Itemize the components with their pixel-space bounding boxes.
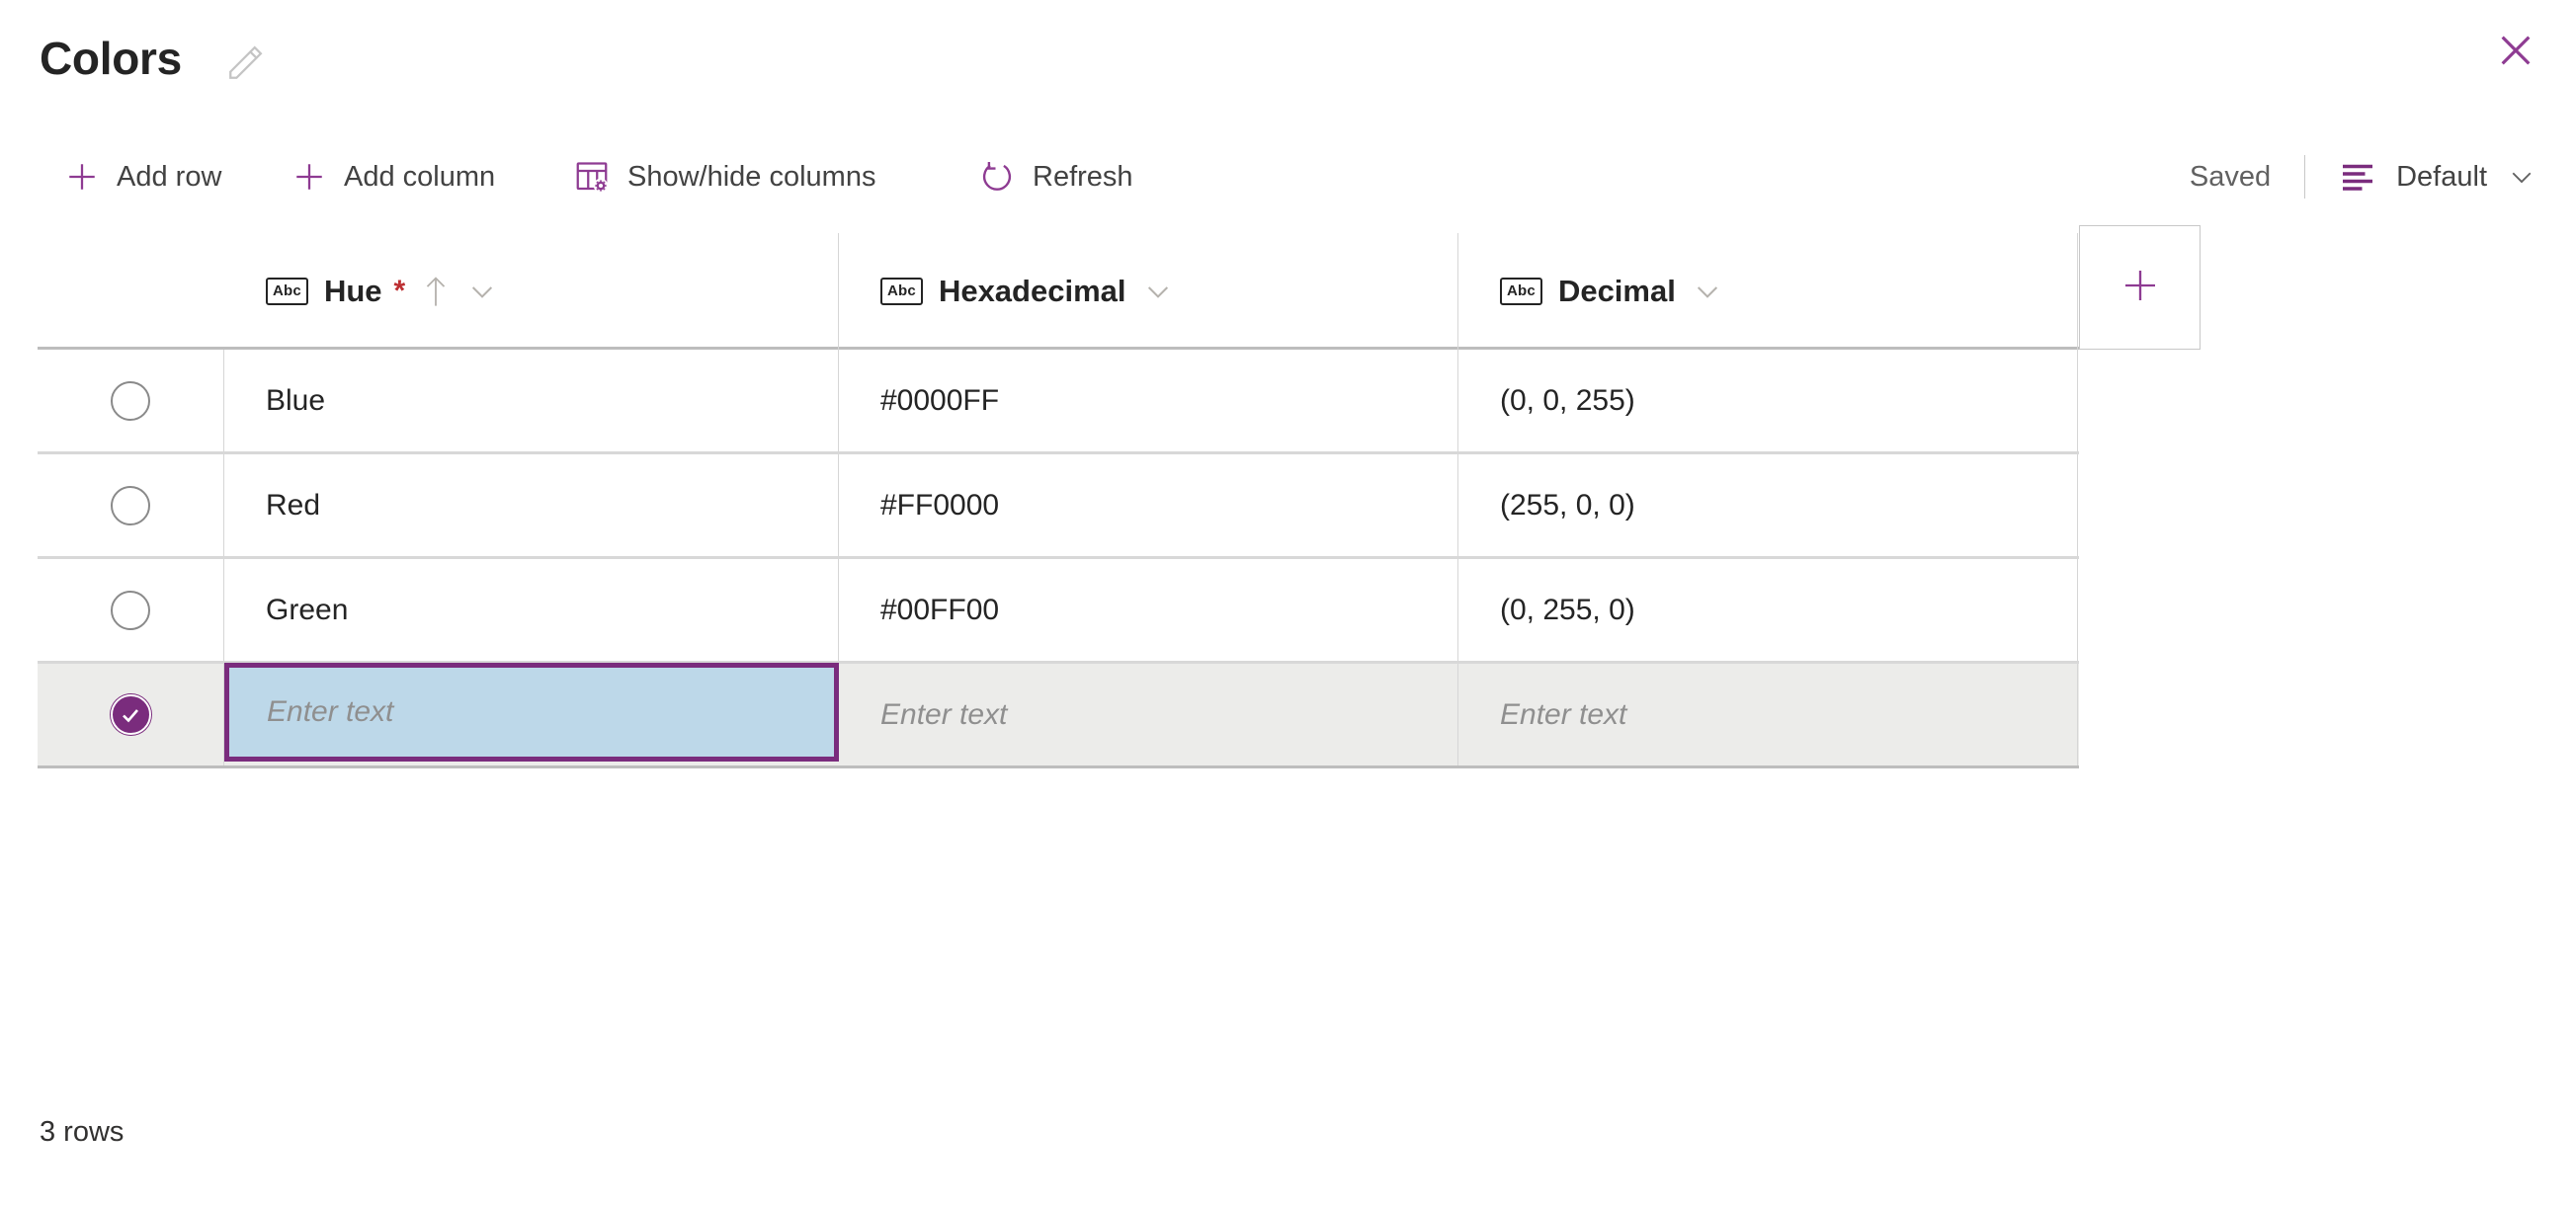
arrow-up-icon[interactable]: [421, 275, 451, 308]
column-header-label: Hue: [323, 274, 382, 308]
cell-decimal[interactable]: (0, 255, 0): [1458, 559, 2078, 661]
chevron-down-icon[interactable]: [1692, 276, 1723, 307]
row-checkbox-cell[interactable]: [38, 664, 224, 765]
row-checkbox[interactable]: [111, 485, 150, 525]
new-row-hexadecimal-input[interactable]: Enter text: [839, 664, 1458, 765]
table-row[interactable]: Green #00FF00 (0, 255, 0): [38, 559, 2079, 664]
row-checkbox-checked[interactable]: [110, 694, 151, 735]
cell-hexadecimal[interactable]: #FF0000: [839, 454, 1458, 556]
column-header-label: Hexadecimal: [938, 274, 1126, 308]
refresh-label: Refresh: [1033, 160, 1133, 193]
pencil-icon[interactable]: [225, 41, 267, 83]
grid-header-row: Abc Hue * Abc Hexadecimal Abc Decimal: [38, 225, 2201, 350]
select-all-header[interactable]: [38, 233, 224, 350]
hue-placeholder: Enter text: [267, 695, 394, 728]
add-column-label: Add column: [344, 160, 496, 193]
column-header-hexadecimal[interactable]: Abc Hexadecimal: [839, 233, 1458, 350]
add-row-label: Add row: [117, 160, 222, 193]
row-count-label: 3 rows: [40, 1116, 125, 1148]
refresh-icon: [979, 159, 1015, 195]
cell-hexadecimal[interactable]: #0000FF: [839, 350, 1458, 451]
chevron-down-icon[interactable]: [1142, 276, 1174, 307]
plus-icon: [2120, 266, 2160, 310]
text-type-icon: Abc: [1500, 278, 1542, 305]
table-row[interactable]: Blue #0000FF (0, 0, 255): [38, 350, 2079, 454]
show-hide-columns-label: Show/hide columns: [627, 160, 876, 193]
column-header-hue[interactable]: Abc Hue *: [224, 233, 839, 350]
plus-icon: [292, 160, 326, 194]
toolbar: Add row Add column Show/hide columns Ref…: [0, 138, 2576, 217]
toolbar-right: Saved Default: [2190, 138, 2576, 215]
column-header-decimal[interactable]: Abc Decimal: [1458, 233, 2078, 350]
table-row[interactable]: Red #FF0000 (255, 0, 0): [38, 454, 2079, 559]
cell-decimal[interactable]: (0, 0, 255): [1458, 350, 2078, 451]
cell-hue[interactable]: Blue: [224, 350, 839, 451]
hexadecimal-placeholder: Enter text: [880, 697, 1008, 731]
cell-decimal[interactable]: (255, 0, 0): [1458, 454, 2078, 556]
new-row[interactable]: Enter text Enter text Enter text: [38, 663, 2079, 768]
data-grid: Abc Hue * Abc Hexadecimal Abc Decimal Bl…: [0, 225, 2576, 768]
save-status: Saved: [2189, 160, 2272, 193]
cell-hue[interactable]: Red: [224, 454, 839, 556]
new-row-decimal-input[interactable]: Enter text: [1458, 664, 2078, 765]
required-indicator: *: [393, 275, 406, 307]
row-checkbox-cell[interactable]: [38, 559, 224, 661]
add-column-grid-button[interactable]: [2079, 225, 2201, 350]
chevron-down-icon[interactable]: [466, 276, 498, 307]
row-checkbox[interactable]: [111, 590, 150, 630]
page-title: Colors: [40, 33, 182, 84]
view-selector[interactable]: Default: [2339, 161, 2576, 194]
cell-hue[interactable]: Green: [224, 559, 839, 661]
view-list-icon: [2339, 162, 2376, 192]
new-row-hue-input[interactable]: Enter text: [224, 663, 839, 762]
close-icon[interactable]: [2485, 20, 2546, 81]
row-checkbox-cell[interactable]: [38, 454, 224, 556]
view-label: Default: [2396, 160, 2487, 193]
chevron-down-icon: [2507, 162, 2536, 192]
cell-hexadecimal[interactable]: #00FF00: [839, 559, 1458, 661]
toolbar-divider: [2304, 155, 2306, 199]
table-settings-icon: [574, 159, 610, 195]
cell-hue-editing[interactable]: Enter text: [224, 663, 839, 765]
column-header-label: Decimal: [1557, 274, 1676, 308]
text-type-icon: Abc: [880, 278, 923, 305]
row-checkbox[interactable]: [111, 380, 150, 421]
grid-body: Abc Hue * Abc Hexadecimal Abc Decimal Bl…: [38, 225, 2201, 768]
show-hide-columns-button[interactable]: Show/hide columns: [568, 138, 881, 215]
title-bar: Colors: [0, 0, 2576, 117]
refresh-button[interactable]: Refresh: [973, 138, 1139, 215]
add-column-button[interactable]: Add column: [287, 138, 501, 215]
plus-icon: [65, 160, 99, 194]
row-checkbox-cell[interactable]: [38, 350, 224, 451]
decimal-placeholder: Enter text: [1500, 697, 1627, 731]
add-row-button[interactable]: Add row: [59, 138, 227, 215]
text-type-icon: Abc: [266, 278, 308, 305]
